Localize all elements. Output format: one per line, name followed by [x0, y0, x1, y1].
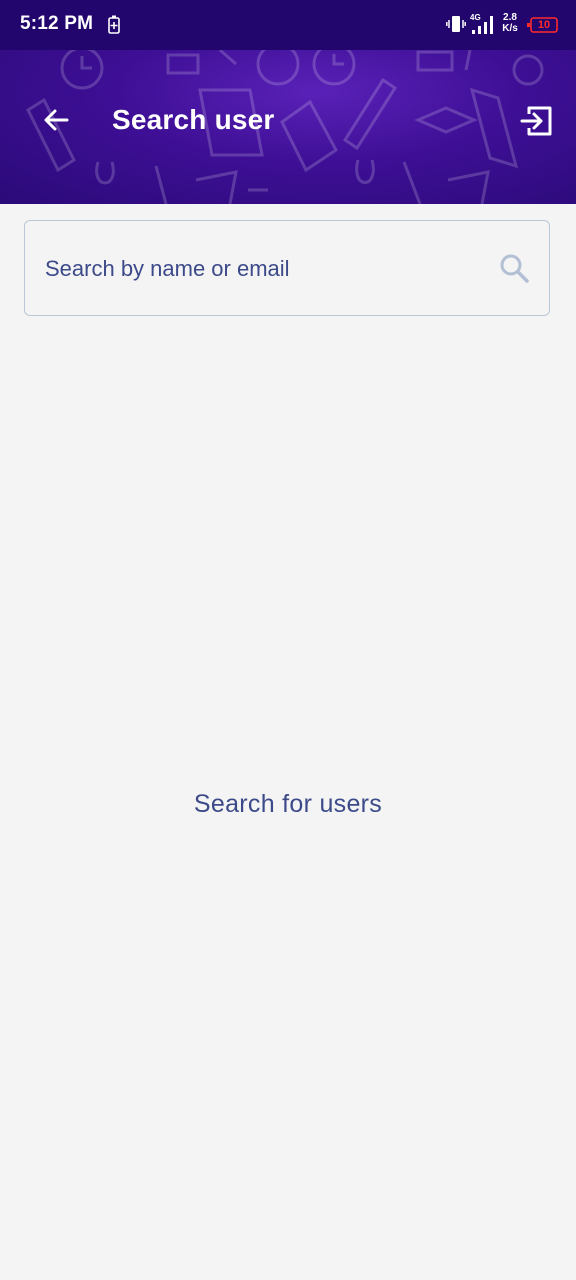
screen: 5:12 PM 4G 2.8 K/s 10 Search user Search…	[0, 0, 576, 1280]
search-icon[interactable]	[499, 253, 529, 283]
battery-saver-icon	[108, 15, 120, 34]
search-input[interactable]	[43, 221, 487, 316]
back-button[interactable]	[36, 100, 76, 140]
network-speed: 2.8 K/s	[498, 12, 522, 34]
empty-state-message: Search for users	[193, 790, 383, 818]
page-title: Search user	[112, 104, 275, 135]
status-time: 5:12 PM	[20, 13, 94, 34]
status-bar: 5:12 PM 4G 2.8 K/s 10	[0, 0, 576, 50]
network-type: 4G	[470, 13, 481, 22]
vibrate-icon	[446, 16, 466, 32]
header: 5:12 PM 4G 2.8 K/s 10 Search user	[0, 0, 576, 204]
background-pattern	[26, 50, 544, 204]
search-box	[24, 220, 550, 316]
network-speed-unit: K/s	[502, 23, 518, 34]
signal-icon: 4G	[470, 13, 493, 34]
logout-icon	[520, 106, 552, 136]
arrow-left-icon	[44, 109, 69, 131]
logout-button[interactable]	[516, 100, 558, 142]
network-speed-value: 2.8	[503, 12, 517, 23]
battery-level: 10	[537, 19, 551, 31]
